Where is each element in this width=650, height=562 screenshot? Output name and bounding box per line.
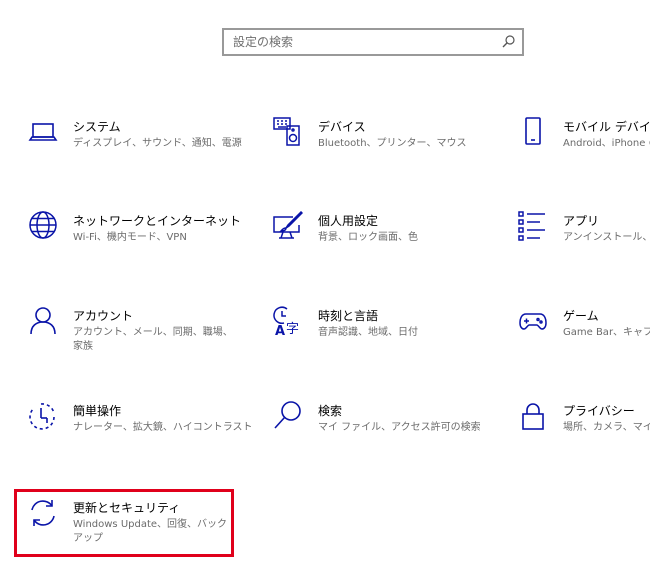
tile-description: Bluetooth、プリンター、マウス xyxy=(318,138,467,149)
tile-description: 場所、カメラ、マイク xyxy=(563,422,650,433)
tile-search[interactable]: 検索 マイ ファイル、アクセス許可の検索 xyxy=(273,401,493,471)
tile-title: デバイス xyxy=(318,120,366,134)
app-list-icon xyxy=(518,211,548,241)
tile-title: アカウント xyxy=(73,309,134,323)
tile-devices[interactable]: デバイス Bluetooth、プリンター、マウス xyxy=(273,117,493,187)
tile-system[interactable]: システム ディスプレイ、サウンド、通知、電源 xyxy=(28,117,248,187)
tile-description: アンインストール、既 xyxy=(563,232,650,243)
ease-of-access-icon xyxy=(28,401,58,431)
tile-description: ディスプレイ、サウンド、通知、電源 xyxy=(73,138,242,149)
tile-description: 背景、ロック画面、色 xyxy=(318,232,418,243)
tile-title: ネットワークとインターネット xyxy=(73,214,242,228)
keyboard-speaker-icon xyxy=(273,117,303,147)
tile-privacy[interactable]: プライバシー 場所、カメラ、マイク xyxy=(518,401,650,471)
tile-title: 簡単操作 xyxy=(73,404,122,418)
tile-description: マイ ファイル、アクセス許可の検索 xyxy=(318,422,481,433)
highlight-box xyxy=(14,489,234,557)
tile-gaming[interactable]: ゲーム Game Bar、キャプチ xyxy=(518,306,650,376)
tile-personalization[interactable]: 個人用設定 背景、ロック画面、色 xyxy=(273,211,493,281)
lock-icon xyxy=(518,401,548,431)
tile-title: 検索 xyxy=(318,404,343,418)
paint-monitor-icon xyxy=(273,211,303,241)
gamepad-icon xyxy=(518,306,548,336)
tile-description: 音声認識、地域、日付 xyxy=(318,327,418,338)
laptop-icon xyxy=(28,117,58,147)
tile-title: 時刻と言語 xyxy=(318,309,379,323)
tile-apps[interactable]: アプリ アンインストール、既 xyxy=(518,211,650,281)
tile-network[interactable]: ネットワークとインターネット Wi-Fi、機内モード、VPN xyxy=(28,211,248,281)
svg-text:A: A xyxy=(275,324,285,336)
tile-title: プライバシー xyxy=(563,404,635,418)
tile-accounts[interactable]: アカウント アカウント、メール、同期、職場、家族 xyxy=(28,306,248,376)
tile-title: モバイル デバイス xyxy=(563,120,650,134)
tile-description: アカウント、メール、同期、職場、家族 xyxy=(73,327,233,352)
tile-time-language[interactable]: A 字 時刻と言語 音声認識、地域、日付 xyxy=(273,306,493,376)
tile-title: アプリ xyxy=(563,214,600,228)
svg-text:字: 字 xyxy=(286,322,299,336)
tile-mobile-devices[interactable]: モバイル デバイス Android、iPhone の xyxy=(518,117,650,187)
person-icon xyxy=(28,306,58,336)
tile-description: Wi-Fi、機内モード、VPN xyxy=(73,232,187,243)
phone-icon xyxy=(518,117,548,147)
settings-search-box[interactable] xyxy=(222,28,524,56)
search-input[interactable] xyxy=(224,30,494,54)
tile-title: システム xyxy=(73,120,121,134)
tile-description: ナレーター、拡大鏡、ハイコントラスト xyxy=(73,422,253,433)
tile-title: 個人用設定 xyxy=(318,214,379,228)
search-icon[interactable] xyxy=(500,34,516,50)
tile-description: Game Bar、キャプチ xyxy=(563,327,650,338)
tile-description: Android、iPhone の xyxy=(563,138,650,149)
tile-title: ゲーム xyxy=(563,309,599,323)
magnifier-icon xyxy=(273,401,303,431)
tile-ease-of-access[interactable]: 簡単操作 ナレーター、拡大鏡、ハイコントラスト xyxy=(28,401,253,471)
globe-icon xyxy=(28,211,58,241)
time-language-icon: A 字 xyxy=(273,306,303,336)
